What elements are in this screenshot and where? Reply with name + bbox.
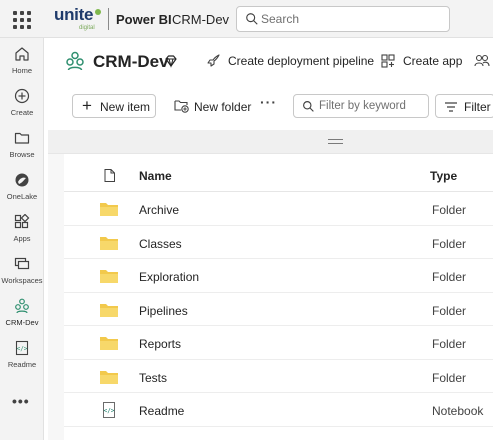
folder-icon bbox=[100, 337, 118, 350]
file-type-icon bbox=[104, 169, 115, 182]
rail-label-crm-dev: CRM-Dev bbox=[5, 318, 39, 327]
product-name[interactable]: Power BI bbox=[116, 12, 172, 27]
more-actions-icon[interactable]: ··· bbox=[260, 94, 277, 110]
rail-item-home[interactable]: Home bbox=[0, 42, 44, 82]
onelake-icon bbox=[15, 173, 29, 187]
item-name[interactable]: Exploration bbox=[139, 270, 199, 284]
filter-label: Filter bbox=[464, 100, 491, 114]
workspace-icon bbox=[66, 51, 84, 71]
rail-label-create: Create bbox=[10, 108, 34, 117]
item-type: Folder bbox=[432, 203, 467, 217]
new-folder-label: New folder bbox=[194, 100, 252, 114]
pane-resize-bar[interactable] bbox=[48, 130, 493, 154]
item-name[interactable]: Reports bbox=[139, 337, 181, 351]
folder-icon bbox=[100, 270, 118, 283]
create-pipeline-label: Create deployment pipeline bbox=[228, 54, 375, 68]
home-icon bbox=[15, 47, 29, 61]
item-type: Folder bbox=[432, 303, 467, 318]
rail-label-apps: Apps bbox=[13, 234, 31, 243]
workspace-icon bbox=[15, 298, 29, 314]
search-placeholder: Search bbox=[261, 12, 300, 26]
rail-label-onelake: OneLake bbox=[6, 192, 38, 201]
column-header-type[interactable]: Type bbox=[430, 169, 457, 183]
rail-label-home: Home bbox=[11, 66, 32, 75]
app-launcher-icon[interactable] bbox=[11, 9, 31, 29]
logo-text: unite bbox=[54, 5, 94, 24]
folder-icon bbox=[100, 370, 118, 384]
company-logo[interactable]: unite digital bbox=[54, 4, 104, 34]
create-app-label: Create app bbox=[403, 54, 463, 68]
column-header-name[interactable]: Name bbox=[139, 169, 172, 183]
table-row[interactable]: Tests Folder bbox=[64, 360, 493, 393]
manage-access-icon[interactable] bbox=[474, 54, 490, 68]
workspace-header: CRM-Dev Create deployment pipeline Creat… bbox=[48, 42, 493, 82]
create-icon bbox=[14, 88, 30, 104]
rail-item-browse[interactable]: Browse bbox=[0, 126, 44, 166]
item-type: Folder bbox=[432, 270, 467, 284]
item-name[interactable]: Classes bbox=[139, 237, 182, 251]
rail-label-browse: Browse bbox=[9, 150, 35, 159]
item-type: Folder bbox=[432, 236, 467, 251]
item-name[interactable]: Readme bbox=[139, 404, 184, 418]
item-name[interactable]: Archive bbox=[139, 203, 179, 217]
table-row[interactable]: Archive Folder bbox=[64, 192, 493, 226]
items-table: Name Type Archive Folder Classes Folder Expl… bbox=[64, 154, 493, 440]
workspaces-icon bbox=[14, 257, 30, 270]
filter-icon bbox=[445, 102, 457, 112]
item-name[interactable]: Pipelines bbox=[139, 304, 188, 318]
rail-label-workspaces: Workspaces bbox=[1, 276, 43, 285]
filter-button[interactable]: Filter bbox=[435, 94, 493, 118]
rail-label-readme: Readme bbox=[7, 360, 37, 369]
item-type: Folder bbox=[432, 337, 467, 351]
search-input[interactable]: Search bbox=[236, 6, 450, 32]
table-row[interactable]: Pipelines Folder bbox=[64, 293, 493, 326]
filter-keyword-input[interactable]: Filter by keyword bbox=[293, 94, 429, 118]
logo-subtext: digital bbox=[79, 25, 95, 31]
table-row[interactable]: Exploration Folder bbox=[64, 259, 493, 293]
content-area: Name Type Archive Folder Classes Folder Expl… bbox=[48, 130, 493, 440]
resize-handle-icon[interactable] bbox=[328, 139, 343, 144]
search-icon bbox=[303, 101, 314, 112]
new-folder-icon bbox=[174, 100, 189, 113]
search-icon bbox=[246, 13, 258, 25]
new-item-button[interactable]: + New item bbox=[72, 94, 156, 118]
new-item-label: New item bbox=[100, 100, 151, 114]
rail-item-apps[interactable]: Apps bbox=[0, 210, 44, 250]
folder-icon bbox=[100, 203, 118, 216]
item-name[interactable]: Tests bbox=[139, 371, 167, 385]
svg-text:</>: </> bbox=[17, 346, 28, 353]
filter-placeholder: Filter by keyword bbox=[319, 100, 406, 112]
notebook-icon: </> bbox=[15, 340, 29, 356]
page-title: CRM-Dev bbox=[93, 52, 169, 71]
table-row[interactable]: Reports Folder bbox=[64, 326, 493, 360]
rocket-icon bbox=[207, 54, 220, 67]
item-type: Folder bbox=[432, 370, 467, 385]
divider bbox=[108, 8, 109, 30]
svg-text:</>: </> bbox=[104, 408, 115, 415]
plus-icon: + bbox=[82, 96, 92, 115]
logo-dot bbox=[95, 9, 101, 15]
table-row[interactable]: Classes Folder bbox=[64, 226, 493, 259]
apps-icon bbox=[14, 214, 30, 229]
left-navigation-rail: Home Create Browse OneLake Apps Workspac… bbox=[0, 38, 44, 440]
table-header: Name Type bbox=[64, 154, 493, 192]
rail-item-onelake[interactable]: OneLake bbox=[0, 168, 44, 208]
browse-icon bbox=[14, 132, 30, 144]
rail-item-create[interactable]: Create bbox=[0, 84, 44, 124]
folder-icon bbox=[100, 236, 118, 250]
toolbar: + New item New folder ··· Filter by keyw… bbox=[48, 88, 493, 126]
folder-icon bbox=[100, 303, 118, 317]
table-row[interactable]: </> Readme Notebook bbox=[64, 393, 493, 427]
item-type: Notebook bbox=[432, 404, 484, 418]
premium-diamond-icon[interactable] bbox=[164, 54, 178, 68]
more-options-icon[interactable]: ••• bbox=[12, 393, 30, 409]
rail-item-crm-dev[interactable]: CRM-Dev bbox=[0, 294, 44, 334]
app-icon bbox=[381, 54, 395, 68]
rail-item-readme[interactable]: </> Readme bbox=[0, 336, 44, 376]
breadcrumb[interactable]: CRM-Dev bbox=[172, 12, 229, 27]
top-bar: unite digital Power BI CRM-Dev Search bbox=[0, 0, 493, 38]
rail-item-workspaces[interactable]: Workspaces bbox=[0, 252, 44, 292]
notebook-icon: </> bbox=[103, 402, 115, 418]
